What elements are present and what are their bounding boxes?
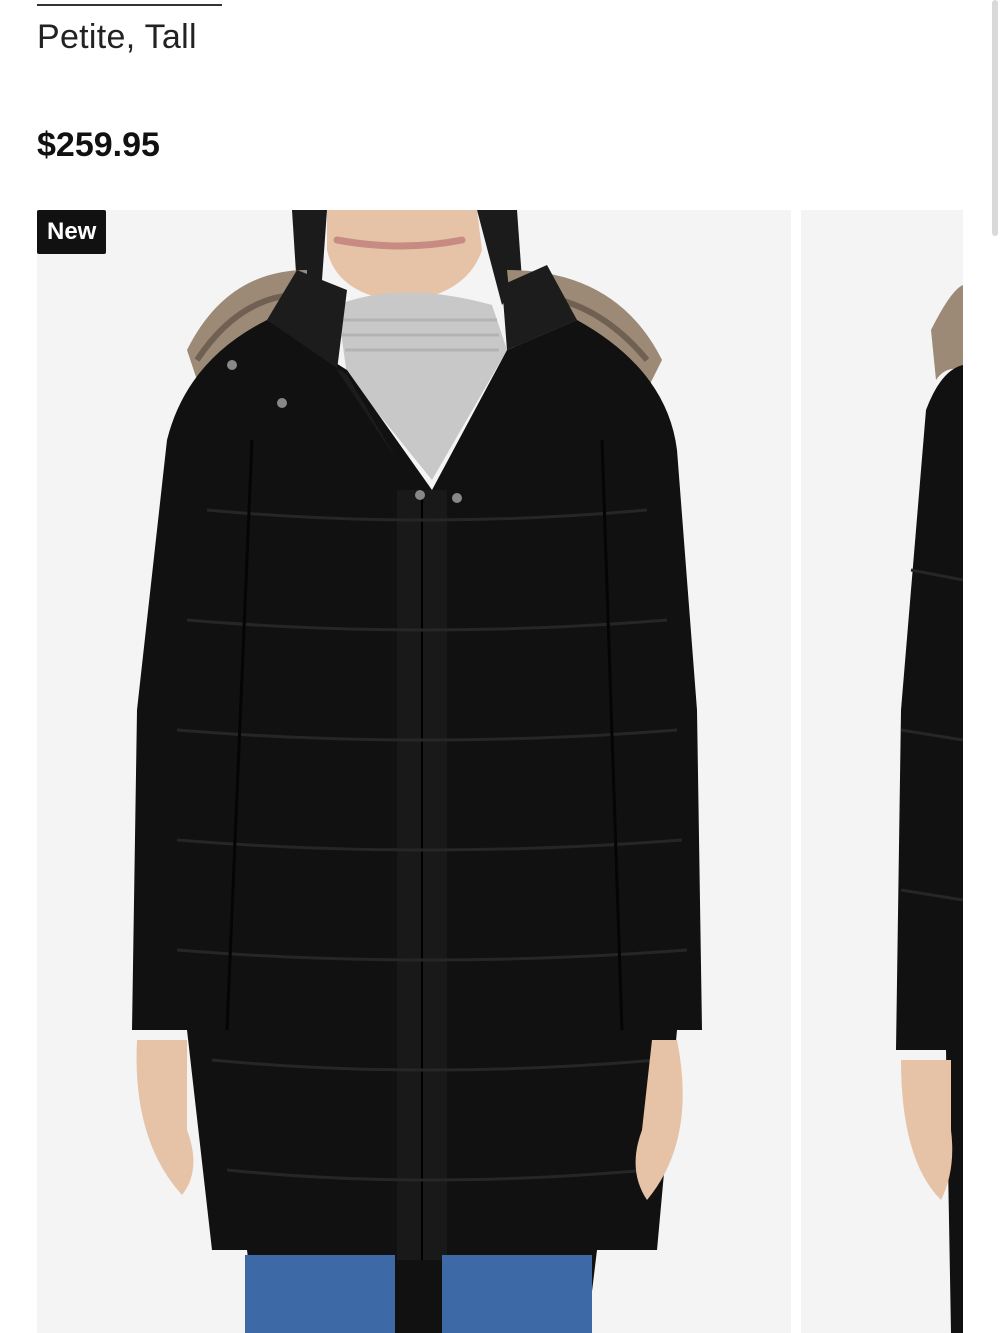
- product-image-secondary[interactable]: [801, 210, 963, 1333]
- coat-front-illustration: [37, 210, 791, 1333]
- product-price: $259.95: [37, 126, 160, 164]
- coat-side-illustration: [801, 210, 963, 1333]
- section-divider: [37, 4, 222, 6]
- new-badge: New: [37, 210, 107, 254]
- product-image-carousel[interactable]: New: [37, 210, 963, 1333]
- scrollbar[interactable]: [992, 0, 998, 236]
- product-image-main[interactable]: New: [37, 210, 791, 1333]
- size-options-text: Petite, Tall: [37, 18, 197, 56]
